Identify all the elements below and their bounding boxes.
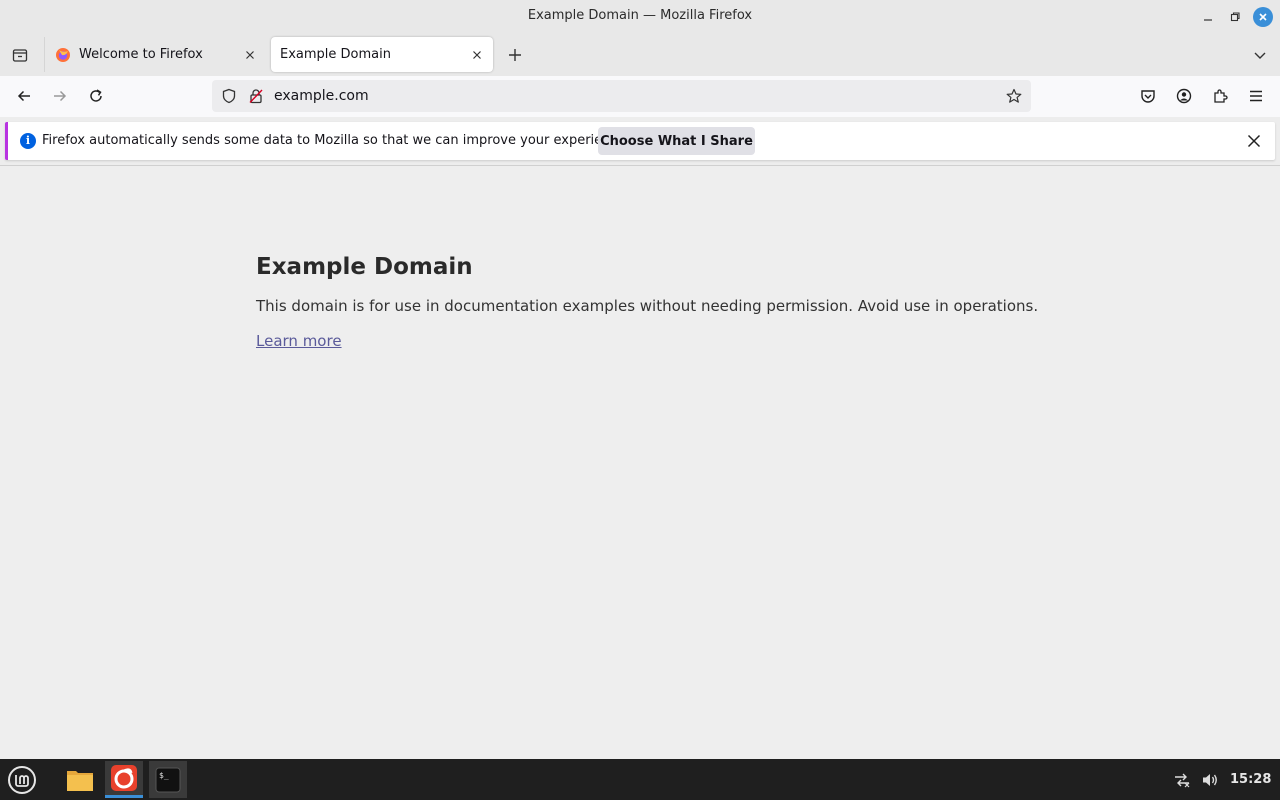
new-tab-button[interactable]: [503, 43, 527, 67]
pocket-button[interactable]: [1136, 84, 1160, 108]
files-icon: [67, 770, 93, 791]
files-launcher[interactable]: [61, 761, 99, 798]
tab-label: Example Domain: [280, 47, 391, 62]
plus-icon: [509, 49, 521, 61]
close-icon: [1259, 13, 1267, 21]
extensions-icon: [1214, 89, 1228, 103]
network-tray-button[interactable]: [1172, 770, 1192, 790]
reload-icon: [90, 89, 102, 102]
tab-welcome[interactable]: Welcome to Firefox: [44, 37, 266, 72]
insecure-lock-icon[interactable]: [248, 88, 264, 104]
close-icon: [246, 50, 254, 59]
page-content: Example Domain This domain is for use in…: [0, 166, 1280, 759]
volume-tray-button[interactable]: [1200, 770, 1220, 790]
close-tab-button[interactable]: [238, 43, 262, 67]
network-disconnected-icon: [1175, 773, 1190, 788]
forward-button[interactable]: [48, 84, 72, 108]
tab-strip: Welcome to Firefox Example Domain: [0, 33, 1280, 76]
bookmark-star-icon[interactable]: [1006, 88, 1022, 104]
url-bar[interactable]: [212, 80, 1031, 112]
menu-icon: [1250, 90, 1262, 102]
account-button[interactable]: [1172, 84, 1196, 108]
navigation-toolbar: [0, 76, 1280, 117]
account-icon: [1176, 88, 1192, 104]
taskbar: $_ 15:28: [0, 759, 1280, 800]
page-heading: Example Domain: [256, 254, 473, 280]
close-notification-button[interactable]: [1244, 131, 1264, 151]
close-window-button[interactable]: [1253, 7, 1273, 27]
minimize-button[interactable]: [1198, 7, 1218, 27]
maximize-button[interactable]: [1225, 7, 1245, 27]
back-button[interactable]: [12, 84, 36, 108]
reload-button[interactable]: [84, 84, 108, 108]
pocket-icon: [1141, 90, 1155, 103]
close-tab-button[interactable]: [465, 43, 489, 67]
window-titlebar: Example Domain — Mozilla Firefox: [0, 0, 1280, 33]
tab-example-domain[interactable]: Example Domain: [271, 37, 493, 72]
page-description: This domain is for use in documentation …: [256, 297, 1039, 315]
firefox-launcher[interactable]: [105, 761, 143, 798]
restore-icon: [1230, 12, 1240, 22]
mint-menu-icon: [8, 765, 36, 794]
close-icon: [473, 50, 481, 59]
extensions-button[interactable]: [1208, 84, 1232, 108]
notification-message: Firefox automatically sends some data to…: [42, 133, 630, 148]
close-icon: [1247, 134, 1261, 148]
firefox-icon: [56, 47, 70, 62]
app-menu-button[interactable]: [1244, 84, 1268, 108]
firefox-view-button[interactable]: [8, 43, 32, 67]
back-icon: [17, 90, 30, 102]
minimize-icon: [1204, 19, 1212, 21]
firefox-view-icon: [12, 49, 28, 62]
choose-what-i-share-button[interactable]: Choose What I Share: [598, 127, 755, 155]
chevron-down-icon: [1254, 52, 1266, 59]
shield-icon[interactable]: [221, 88, 237, 104]
start-menu-button[interactable]: [3, 761, 41, 798]
terminal-prompt: $_: [159, 771, 169, 780]
window-title: Example Domain — Mozilla Firefox: [527, 8, 753, 23]
list-all-tabs-button[interactable]: [1248, 43, 1272, 67]
firefox-icon: [111, 765, 137, 791]
terminal-launcher[interactable]: $_: [149, 761, 187, 798]
url-input[interactable]: [274, 86, 974, 106]
learn-more-link[interactable]: Learn more: [256, 332, 342, 350]
data-sharing-notification: i Firefox automatically sends some data …: [5, 122, 1275, 160]
terminal-icon: $_: [155, 767, 181, 792]
clock[interactable]: 15:28: [1230, 772, 1271, 787]
forward-icon: [54, 90, 67, 102]
volume-icon: [1203, 774, 1217, 786]
info-icon: i: [20, 133, 36, 149]
tab-label: Welcome to Firefox: [79, 47, 203, 62]
